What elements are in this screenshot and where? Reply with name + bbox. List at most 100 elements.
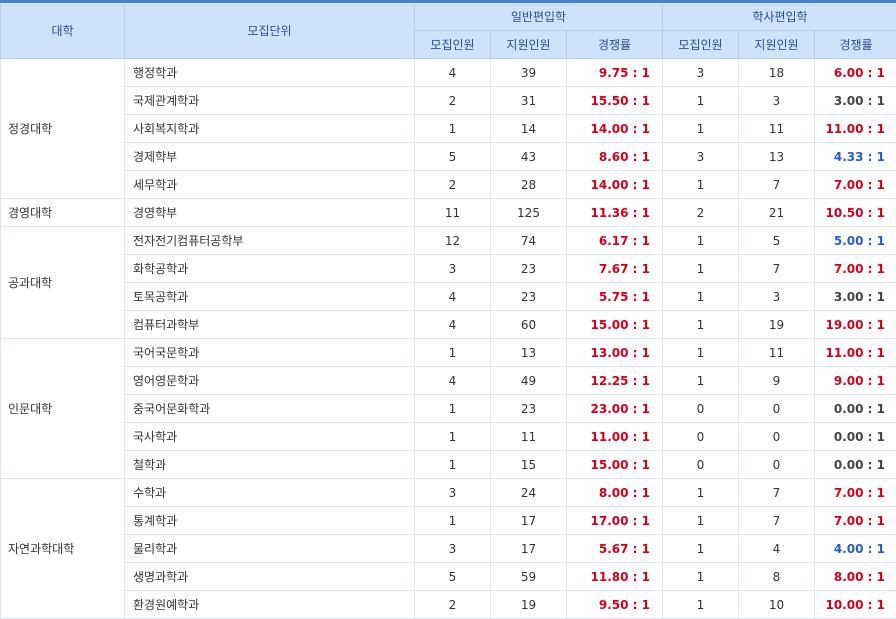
general-applicants-cell: 11 <box>491 423 567 451</box>
table-row: 공과대학전자전기컴퓨터공학부12746.17 : 1155.00 : 1 <box>1 227 896 255</box>
bachelor-recruit-cell: 1 <box>663 283 739 311</box>
bachelor-ratio-cell: 4.33 : 1 <box>815 143 896 171</box>
unit-cell: 경영학부 <box>125 199 415 227</box>
general-applicants-cell: 28 <box>491 171 567 199</box>
bachelor-applicants-cell: 8 <box>739 563 815 591</box>
bachelor-ratio-cell: 19.00 : 1 <box>815 311 896 339</box>
table-body: 정경대학행정학과4399.75 : 13186.00 : 1국제관계학과2311… <box>1 59 896 619</box>
bachelor-ratio-cell: 3.00 : 1 <box>815 283 896 311</box>
bachelor-recruit-cell: 3 <box>663 59 739 87</box>
header-college: 대학 <box>1 2 125 59</box>
bachelor-recruit-cell: 2 <box>663 199 739 227</box>
general-applicants-cell: 24 <box>491 479 567 507</box>
general-ratio-cell: 5.75 : 1 <box>567 283 663 311</box>
general-ratio-cell: 12.25 : 1 <box>567 367 663 395</box>
bachelor-recruit-cell: 1 <box>663 479 739 507</box>
general-ratio-cell: 14.00 : 1 <box>567 115 663 143</box>
header-general-ratio: 경쟁률 <box>567 31 663 59</box>
unit-cell: 경제학부 <box>125 143 415 171</box>
bachelor-recruit-cell: 1 <box>663 591 739 619</box>
bachelor-applicants-cell: 0 <box>739 395 815 423</box>
bachelor-recruit-cell: 1 <box>663 535 739 563</box>
bachelor-applicants-cell: 10 <box>739 591 815 619</box>
unit-cell: 화학공학과 <box>125 255 415 283</box>
unit-cell: 생명과학과 <box>125 563 415 591</box>
bachelor-recruit-cell: 1 <box>663 339 739 367</box>
bachelor-applicants-cell: 0 <box>739 451 815 479</box>
unit-cell: 컴퓨터과학부 <box>125 311 415 339</box>
general-applicants-cell: 31 <box>491 87 567 115</box>
unit-cell: 영어영문학과 <box>125 367 415 395</box>
header-unit: 모집단위 <box>125 2 415 59</box>
table-row: 화학공학과3237.67 : 1177.00 : 1 <box>1 255 896 283</box>
college-cell: 경영대학 <box>1 199 125 227</box>
general-recruit-cell: 4 <box>415 283 491 311</box>
header-general-transfer: 일반편입학 <box>415 2 663 31</box>
bachelor-applicants-cell: 3 <box>739 87 815 115</box>
header-bachelor-applicants: 지원인원 <box>739 31 815 59</box>
general-ratio-cell: 8.60 : 1 <box>567 143 663 171</box>
unit-cell: 통계학과 <box>125 507 415 535</box>
unit-cell: 수학과 <box>125 479 415 507</box>
table-row: 세무학과22814.00 : 1177.00 : 1 <box>1 171 896 199</box>
table-row: 정경대학행정학과4399.75 : 13186.00 : 1 <box>1 59 896 87</box>
general-applicants-cell: 17 <box>491 507 567 535</box>
general-recruit-cell: 4 <box>415 311 491 339</box>
bachelor-applicants-cell: 21 <box>739 199 815 227</box>
table-row: 사회복지학과11414.00 : 111111.00 : 1 <box>1 115 896 143</box>
general-ratio-cell: 14.00 : 1 <box>567 171 663 199</box>
bachelor-recruit-cell: 1 <box>663 171 739 199</box>
general-applicants-cell: 39 <box>491 59 567 87</box>
bachelor-ratio-cell: 7.00 : 1 <box>815 507 896 535</box>
unit-cell: 사회복지학과 <box>125 115 415 143</box>
bachelor-ratio-cell: 7.00 : 1 <box>815 479 896 507</box>
bachelor-ratio-cell: 5.00 : 1 <box>815 227 896 255</box>
general-ratio-cell: 17.00 : 1 <box>567 507 663 535</box>
unit-cell: 토목공학과 <box>125 283 415 311</box>
bachelor-applicants-cell: 9 <box>739 367 815 395</box>
bachelor-recruit-cell: 1 <box>663 227 739 255</box>
general-ratio-cell: 15.00 : 1 <box>567 451 663 479</box>
bachelor-applicants-cell: 7 <box>739 255 815 283</box>
general-ratio-cell: 7.67 : 1 <box>567 255 663 283</box>
unit-cell: 환경원예학과 <box>125 591 415 619</box>
bachelor-recruit-cell: 1 <box>663 563 739 591</box>
general-recruit-cell: 3 <box>415 255 491 283</box>
unit-cell: 중국어문화학과 <box>125 395 415 423</box>
general-ratio-cell: 6.17 : 1 <box>567 227 663 255</box>
general-ratio-cell: 8.00 : 1 <box>567 479 663 507</box>
general-recruit-cell: 1 <box>415 395 491 423</box>
general-applicants-cell: 23 <box>491 395 567 423</box>
general-applicants-cell: 23 <box>491 255 567 283</box>
bachelor-applicants-cell: 7 <box>739 479 815 507</box>
general-applicants-cell: 125 <box>491 199 567 227</box>
general-applicants-cell: 23 <box>491 283 567 311</box>
table-row: 경제학부5438.60 : 13134.33 : 1 <box>1 143 896 171</box>
general-ratio-cell: 11.00 : 1 <box>567 423 663 451</box>
general-applicants-cell: 19 <box>491 591 567 619</box>
college-cell: 공과대학 <box>1 227 125 339</box>
general-applicants-cell: 13 <box>491 339 567 367</box>
general-applicants-cell: 60 <box>491 311 567 339</box>
general-recruit-cell: 12 <box>415 227 491 255</box>
bachelor-applicants-cell: 4 <box>739 535 815 563</box>
table-row: 철학과11515.00 : 1000.00 : 1 <box>1 451 896 479</box>
table-row: 자연과학대학수학과3248.00 : 1177.00 : 1 <box>1 479 896 507</box>
bachelor-recruit-cell: 1 <box>663 507 739 535</box>
general-recruit-cell: 3 <box>415 535 491 563</box>
bachelor-recruit-cell: 0 <box>663 423 739 451</box>
general-applicants-cell: 43 <box>491 143 567 171</box>
general-ratio-cell: 9.50 : 1 <box>567 591 663 619</box>
bachelor-applicants-cell: 0 <box>739 423 815 451</box>
bachelor-ratio-cell: 9.00 : 1 <box>815 367 896 395</box>
general-applicants-cell: 15 <box>491 451 567 479</box>
general-ratio-cell: 15.50 : 1 <box>567 87 663 115</box>
admission-table: 대학 모집단위 일반편입학 학사편입학 모집인원 지원인원 경쟁률 모집인원 지… <box>0 0 896 619</box>
unit-cell: 국제관계학과 <box>125 87 415 115</box>
bachelor-ratio-cell: 10.50 : 1 <box>815 199 896 227</box>
general-ratio-cell: 15.00 : 1 <box>567 311 663 339</box>
bachelor-ratio-cell: 11.00 : 1 <box>815 339 896 367</box>
general-recruit-cell: 1 <box>415 507 491 535</box>
bachelor-recruit-cell: 1 <box>663 255 739 283</box>
table-row: 국사학과11111.00 : 1000.00 : 1 <box>1 423 896 451</box>
